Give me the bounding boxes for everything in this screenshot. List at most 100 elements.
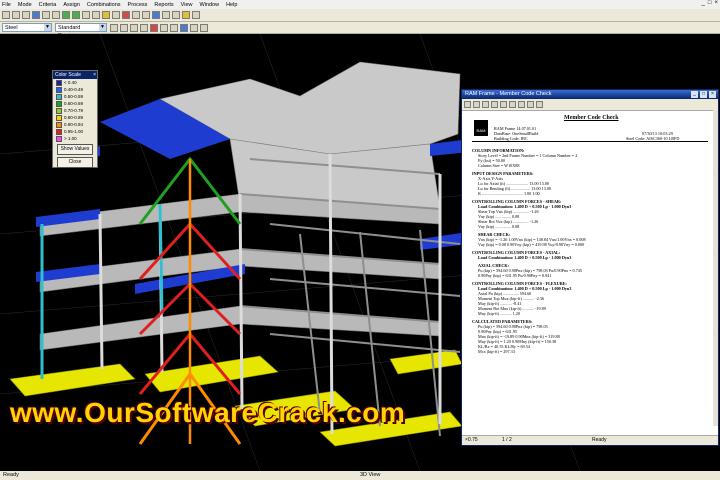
selection-toolbar: Steel ▼ Standard Provisions ▼ bbox=[0, 22, 720, 39]
check-icon[interactable] bbox=[122, 11, 130, 19]
help-icon[interactable] bbox=[536, 101, 543, 108]
report-scrollbar[interactable] bbox=[713, 110, 718, 426]
minimize-button[interactable]: _ bbox=[691, 91, 698, 98]
color-scale-icon[interactable] bbox=[182, 11, 190, 19]
load-icon[interactable] bbox=[152, 11, 160, 19]
delete-icon[interactable] bbox=[150, 23, 158, 32]
menu-bar: File Mode Criteria Assign Combinations P… bbox=[0, 0, 720, 9]
color-range-label: 0.80-0.89 bbox=[64, 115, 84, 120]
color-scale-row: 0.90-0.94 bbox=[56, 121, 97, 128]
color-swatch bbox=[56, 121, 62, 128]
main-window-controls: _ □ × bbox=[702, 0, 718, 6]
color-swatch bbox=[56, 128, 62, 135]
minimize-button[interactable]: _ bbox=[702, 0, 705, 6]
menu-combinations[interactable]: Combinations bbox=[87, 2, 121, 8]
copy-icon[interactable] bbox=[160, 23, 168, 32]
rotate-icon[interactable] bbox=[92, 11, 100, 19]
report-line: Vuy (kip) ............... 0.08 bbox=[478, 224, 520, 229]
member-icon[interactable] bbox=[142, 11, 150, 19]
color-scale-row: 0.40-0.49 bbox=[56, 86, 97, 93]
color-range-label: > 1.00 bbox=[64, 136, 77, 141]
select-icon[interactable] bbox=[110, 23, 118, 32]
color-scale-row: < 0.40 bbox=[56, 79, 97, 86]
menu-window[interactable]: Window bbox=[200, 2, 220, 8]
report-toolbar bbox=[462, 99, 718, 111]
color-range-label: 0.90-0.94 bbox=[64, 122, 84, 127]
report-line: K ......................................… bbox=[478, 191, 540, 196]
report-line: Vuy (kip) = 0.08 0.90Vny (kip) = 419.98 … bbox=[478, 242, 585, 247]
close-button[interactable]: × bbox=[709, 91, 716, 98]
member-window-title-bar: RAM Frame - Member Code Check _ □ × bbox=[462, 90, 718, 99]
color-range-label: 0.40-0.49 bbox=[64, 87, 84, 92]
last-page-icon[interactable] bbox=[509, 101, 516, 108]
paste-icon[interactable] bbox=[170, 23, 178, 32]
report-heading: Member Code Check bbox=[564, 115, 619, 121]
color-scale-row: 0.60-0.69 bbox=[56, 100, 97, 107]
assign-icon[interactable] bbox=[140, 23, 148, 32]
plan-view-icon[interactable] bbox=[42, 11, 50, 19]
save-icon[interactable] bbox=[12, 11, 20, 19]
color-scale-row: 0.50-0.59 bbox=[56, 93, 97, 100]
design-icon[interactable] bbox=[172, 11, 180, 19]
report-icon[interactable] bbox=[132, 11, 140, 19]
view-3d-icon[interactable] bbox=[32, 11, 40, 19]
open-icon[interactable] bbox=[2, 11, 10, 19]
color-scale-row: 0.70-0.79 bbox=[56, 107, 97, 114]
first-page-icon[interactable] bbox=[482, 101, 489, 108]
print-icon[interactable] bbox=[22, 11, 30, 19]
filter-icon[interactable] bbox=[130, 23, 138, 32]
maximize-button[interactable]: □ bbox=[708, 0, 712, 6]
member-window-controls: _ □ × bbox=[691, 90, 716, 98]
provisions-select[interactable]: Standard Provisions ▼ bbox=[55, 23, 107, 39]
show-values-button[interactable]: Show Values bbox=[57, 144, 93, 155]
zoom-out-icon[interactable] bbox=[72, 11, 80, 19]
menu-mode[interactable]: Mode bbox=[18, 2, 32, 8]
menu-reports[interactable]: Reports bbox=[154, 2, 173, 8]
info-icon[interactable] bbox=[180, 23, 188, 32]
next-page-icon[interactable] bbox=[500, 101, 507, 108]
zoom-in-icon[interactable] bbox=[62, 11, 70, 19]
menu-file[interactable]: File bbox=[2, 2, 11, 8]
menu-assign[interactable]: Assign bbox=[63, 2, 80, 8]
deselect-icon[interactable] bbox=[120, 23, 128, 32]
material-select-value: Steel bbox=[5, 25, 18, 31]
print-icon[interactable] bbox=[464, 101, 471, 108]
frame-icon[interactable] bbox=[112, 11, 120, 19]
zoom-in-icon[interactable] bbox=[518, 101, 525, 108]
report-line: Mcx (kip-ft) = 297.33 bbox=[478, 349, 515, 354]
color-range-label: 0.95-1.00 bbox=[64, 129, 84, 134]
zoom-select[interactable]: ×0.75 bbox=[465, 436, 478, 445]
color-swatch bbox=[56, 135, 62, 142]
close-icon[interactable]: × bbox=[93, 71, 96, 79]
close-button[interactable]: × bbox=[714, 0, 718, 6]
menu-help[interactable]: Help bbox=[226, 2, 237, 8]
combination-icon[interactable] bbox=[162, 11, 170, 19]
color-scale-close-button[interactable]: Close bbox=[57, 157, 93, 168]
menu-process[interactable]: Process bbox=[128, 2, 148, 8]
color-range-label: 0.60-0.69 bbox=[64, 101, 84, 106]
page-indicator: 1 / 2 bbox=[502, 437, 512, 443]
color-range-label: 0.70-0.79 bbox=[64, 108, 84, 113]
report-status: Ready bbox=[592, 437, 607, 443]
zoom-out-icon[interactable] bbox=[527, 101, 534, 108]
copy-icon[interactable] bbox=[473, 101, 480, 108]
material-select[interactable]: Steel ▼ bbox=[2, 23, 52, 32]
report-line: Muy (kip-ft) ........... 1.20 bbox=[478, 311, 520, 316]
color-scale-title: Color Scale bbox=[55, 72, 81, 78]
help-icon[interactable] bbox=[192, 11, 200, 19]
report-line: 0.90Pny (kip) = 631.95 Pu/0.90Pny = 0.94… bbox=[478, 273, 552, 278]
prev-page-icon[interactable] bbox=[491, 101, 498, 108]
menu-view[interactable]: View bbox=[181, 2, 193, 8]
highlight-icon[interactable] bbox=[102, 11, 110, 19]
status-bar: Ready 3D View bbox=[0, 471, 720, 480]
color-swatch bbox=[56, 79, 62, 86]
grid-icon[interactable] bbox=[190, 23, 198, 32]
maximize-button[interactable]: □ bbox=[700, 91, 707, 98]
menu-criteria[interactable]: Criteria bbox=[39, 2, 57, 8]
color-scale-title-bar: Color Scale × bbox=[53, 71, 97, 79]
color-swatch bbox=[56, 114, 62, 121]
pan-icon[interactable] bbox=[82, 11, 90, 19]
elevation-view-icon[interactable] bbox=[52, 11, 60, 19]
color-swatch bbox=[56, 100, 62, 107]
story-icon[interactable] bbox=[200, 23, 208, 32]
